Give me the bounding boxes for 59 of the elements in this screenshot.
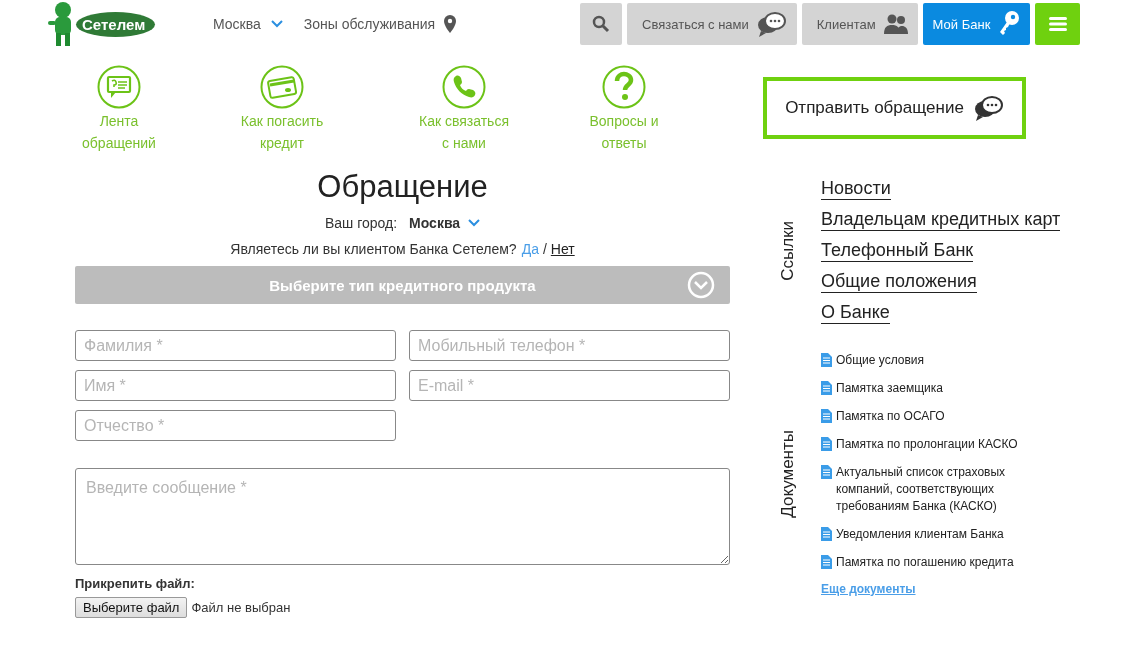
search-icon	[592, 15, 611, 33]
document-link[interactable]: Памятка по ОСАГО	[836, 408, 945, 425]
sidebar-link[interactable]: О Банке	[821, 301, 890, 324]
chat-bubbles-icon	[756, 11, 787, 37]
document-link[interactable]: Памятка заемщика	[836, 380, 943, 397]
document-link[interactable]: Памятка по погашению кредита	[836, 554, 1014, 571]
input-field[interactable]: Отчество *	[75, 410, 396, 441]
document-icon	[821, 353, 832, 367]
chevron-circle-icon	[687, 271, 715, 299]
sidebar-link[interactable]: Телефонный Банк	[821, 239, 974, 262]
chevron-down-icon	[468, 219, 481, 227]
document-link[interactable]: Актуальный список страховых компаний, соответствующих требованиям Банка (КАСКО)	[836, 464, 1041, 515]
header-button[interactable]: Клиентам	[801, 3, 918, 45]
input-field[interactable]: Фамилия *	[75, 330, 396, 361]
input-field[interactable]: Мобильный телефон *	[409, 330, 730, 361]
separator-slash: /	[542, 241, 547, 257]
credit-card-icon	[260, 65, 304, 109]
document-link[interactable]: Памятка по пролонгации КАСКО	[836, 436, 1018, 453]
document-icon	[821, 465, 832, 479]
city-select[interactable]: Москва	[409, 215, 481, 231]
input-field[interactable]: E-mail *	[409, 370, 730, 401]
choose-file-button[interactable]: Выберите файл	[75, 597, 188, 618]
section-label: Документы	[778, 430, 798, 518]
phone-icon	[442, 65, 486, 109]
section-label: Ссылки	[778, 220, 798, 281]
zones-link[interactable]: Зоны обслуживания	[303, 15, 457, 33]
sidebar-link[interactable]: Владельцам кредитных карт	[821, 208, 1061, 231]
chat-bubbles-icon	[973, 95, 1004, 121]
attach-label: Прикрепить файл:	[75, 576, 196, 591]
document-icon	[821, 527, 832, 541]
document-link[interactable]: Уведомления клиентам Банка	[836, 526, 1004, 543]
document-icon	[821, 381, 832, 395]
document-icon	[821, 437, 832, 451]
document-link[interactable]: Общие условия	[836, 352, 925, 369]
file-status: Файл не выбран	[191, 600, 291, 615]
menu-icon	[1048, 17, 1067, 31]
client-option-link[interactable]: Нет	[550, 241, 575, 257]
logo[interactable]: Сетелем	[46, 1, 166, 47]
key-icon	[998, 10, 1021, 38]
question-speech-icon	[97, 65, 141, 109]
page-title: Обращение	[316, 168, 489, 206]
document-icon	[821, 555, 832, 569]
send-request-button[interactable]: Отправить обращение	[763, 77, 1026, 139]
header-button[interactable]: Связаться с нами	[627, 3, 797, 45]
map-pin-icon	[444, 15, 457, 33]
header-button[interactable]: Мой Банк	[922, 3, 1031, 45]
input-field[interactable]: Имя *	[75, 370, 396, 401]
city-select[interactable]: Москва	[213, 16, 283, 32]
document-icon	[821, 409, 832, 423]
message-field[interactable]: Введите сообщение *	[75, 468, 730, 565]
client-question: Являетесь ли вы клиентом Банка Сетелем?	[230, 241, 517, 257]
logo-text: Сетелем	[76, 11, 156, 37]
sidebar-link[interactable]: Общие положения	[821, 270, 977, 293]
question-mark-icon	[602, 65, 646, 109]
search-button[interactable]	[580, 3, 623, 45]
people-icon	[883, 14, 908, 34]
sidebar-link[interactable]: Новости	[821, 177, 891, 200]
city-label: Ваш город:	[324, 215, 398, 231]
chevron-down-icon	[270, 20, 283, 28]
